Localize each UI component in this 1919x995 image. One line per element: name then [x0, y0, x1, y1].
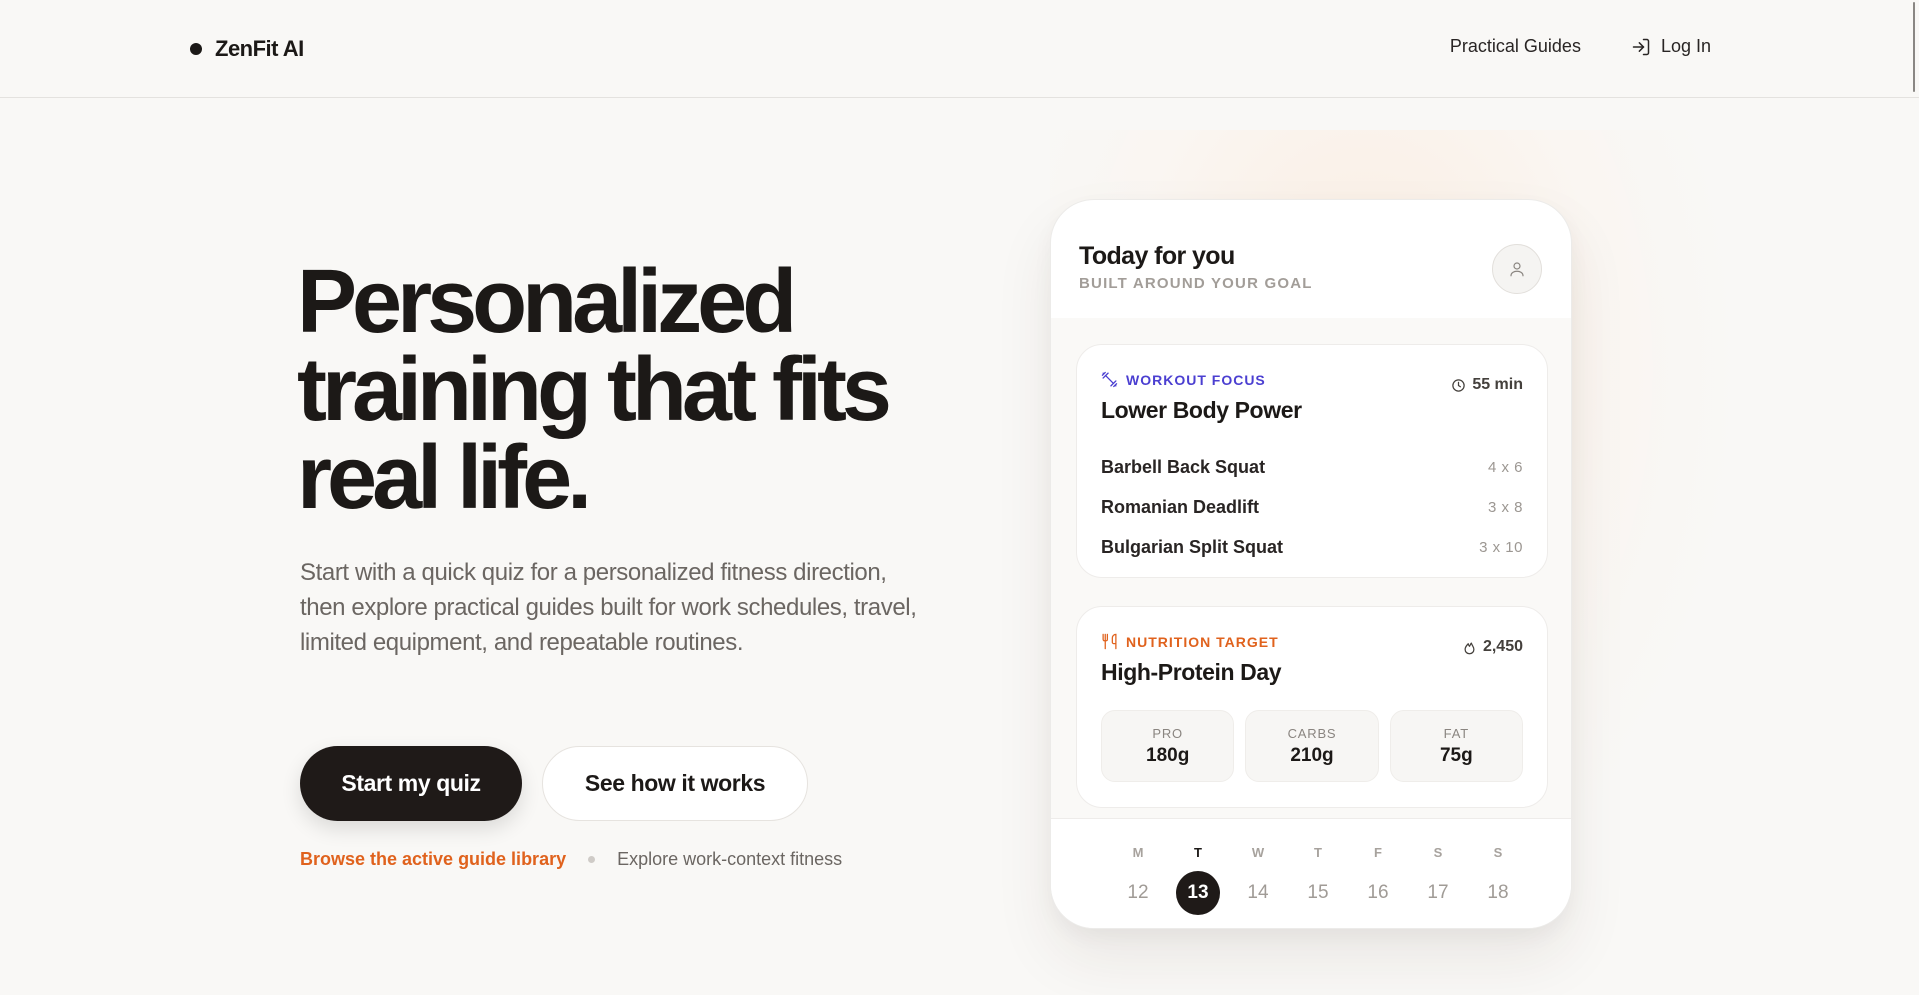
macro-tile: CARBS 210g [1245, 710, 1379, 782]
phone-preview: Today for you BUILT AROUND YOUR GOAL WOR… [1050, 199, 1572, 929]
workout-card[interactable]: WORKOUT FOCUS 55 min Lower Body Power Ba… [1076, 344, 1548, 578]
nutrition-kicker-label: NUTRITION TARGET [1126, 633, 1279, 650]
workout-duration-value: 55 min [1472, 376, 1523, 393]
day-letter: F [1374, 845, 1382, 860]
workout-kicker: WORKOUT FOCUS [1101, 371, 1266, 388]
exercise-reps: 3 x 8 [1487, 498, 1523, 516]
exercise-name: Bulgarian Split Squat [1101, 536, 1284, 557]
guide-library-link[interactable]: Browse the active guide library [300, 849, 566, 870]
day-letter: T [1194, 845, 1202, 860]
macro-label: CARBS [1287, 725, 1337, 741]
nutrition-kicker: NUTRITION TARGET [1101, 633, 1279, 650]
macro-label: PRO [1152, 725, 1183, 741]
avatar[interactable] [1492, 244, 1542, 294]
logo-dot-icon [190, 43, 202, 55]
exercise-name: Barbell Back Squat [1101, 456, 1266, 477]
see-how-it-works-button[interactable]: See how it works [542, 746, 808, 821]
nav-links: Practical Guides Log In [1450, 36, 1711, 57]
hero-links: Browse the active guide library Explore … [300, 849, 842, 870]
login-icon [1632, 38, 1650, 55]
day-date: 16 [1367, 882, 1389, 903]
day-item[interactable]: M 12 [1108, 845, 1168, 915]
login-label: Log In [1660, 36, 1711, 56]
week-strip: M 12 T 13 W 14 T 15 F 16 S 17 S 18 [1051, 818, 1571, 928]
day-letter: T [1314, 845, 1322, 860]
user-icon [1510, 262, 1524, 277]
hero-title-line: real life. [297, 428, 592, 528]
macro-tile: FAT 75g [1389, 710, 1523, 782]
day-date: 17 [1427, 882, 1449, 903]
exercise-row: Barbell Back Squat 4 x 6 [1101, 447, 1523, 487]
workout-kicker-label: WORKOUT FOCUS [1126, 371, 1266, 388]
top-nav: ZenFit AI Practical Guides Log In [0, 0, 1919, 98]
scrollbar[interactable] [1903, 0, 1919, 995]
login-link[interactable]: Log In [1631, 36, 1711, 57]
day-item[interactable]: T 15 [1288, 845, 1348, 915]
nav-practical-guides[interactable]: Practical Guides [1450, 36, 1581, 57]
day-date: 14 [1247, 882, 1269, 903]
day-date: 12 [1127, 882, 1149, 903]
clock-icon [1452, 378, 1466, 392]
nutrition-card[interactable]: NUTRITION TARGET 2,450 High-Protein Day … [1076, 606, 1548, 808]
day-item[interactable]: T 13 [1168, 845, 1228, 915]
day-list: M 12 T 13 W 14 T 15 F 16 S 17 S 18 [1108, 845, 1528, 915]
day-date: 13 [1176, 871, 1220, 915]
macro-value: 180g [1146, 744, 1190, 766]
exercise-row: Bulgarian Split Squat 3 x 10 [1101, 527, 1523, 567]
hero-title-line: training that fits [297, 340, 892, 440]
flame-icon [1464, 642, 1475, 654]
macro-tile: PRO 180g [1101, 710, 1235, 782]
workout-title: Lower Body Power [1101, 397, 1302, 423]
day-item[interactable]: F 16 [1348, 845, 1408, 915]
work-context-link[interactable]: Explore work-context fitness [617, 849, 842, 870]
day-item[interactable]: S 18 [1468, 845, 1528, 915]
day-date: 18 [1487, 882, 1509, 903]
utensils-icon [1102, 633, 1117, 650]
workout-duration: 55 min [1451, 376, 1523, 394]
day-letter: W [1251, 845, 1265, 860]
separator-dot [588, 856, 596, 863]
day-item[interactable]: S 17 [1408, 845, 1468, 915]
exercise-reps: 4 x 6 [1487, 458, 1523, 476]
hero-title: Personalized training that fits real lif… [297, 252, 997, 528]
day-letter: S [1433, 845, 1443, 860]
brand-logo[interactable]: ZenFit AI [190, 36, 304, 62]
preview-subtitle: BUILT AROUND YOUR GOAL [1079, 275, 1313, 292]
nutrition-calories: 2,450 [1462, 638, 1523, 656]
brand-name: ZenFit AI [215, 36, 304, 61]
exercise-list: Barbell Back Squat 4 x 6 Romanian Deadli… [1101, 447, 1523, 567]
scrollbar-thumb[interactable] [1913, 2, 1915, 92]
exercise-row: Romanian Deadlift 3 x 8 [1101, 487, 1523, 527]
hero-title-line: Personalized [297, 252, 797, 352]
day-date: 15 [1307, 882, 1329, 903]
calories-value: 2,450 [1482, 638, 1523, 655]
hero-subtitle: Start with a quick quiz for a personaliz… [300, 559, 917, 656]
macro-value: 75g [1439, 744, 1473, 766]
day-item[interactable]: W 14 [1228, 845, 1288, 915]
dumbbell-icon [1101, 371, 1118, 388]
macro-value: 210g [1290, 744, 1334, 766]
day-letter: M [1132, 845, 1144, 860]
day-letter: S [1493, 845, 1503, 860]
preview-header: Today for you BUILT AROUND YOUR GOAL [1079, 242, 1313, 292]
exercise-name: Romanian Deadlift [1101, 496, 1260, 517]
preview-title: Today for you [1079, 242, 1235, 270]
start-quiz-button[interactable]: Start my quiz [300, 746, 522, 821]
nutrition-title: High-Protein Day [1101, 659, 1282, 685]
macro-label: FAT [1443, 725, 1469, 741]
macro-list: PRO 180g CARBS 210g FAT 75g [1101, 710, 1523, 782]
exercise-reps: 3 x 10 [1479, 538, 1523, 556]
